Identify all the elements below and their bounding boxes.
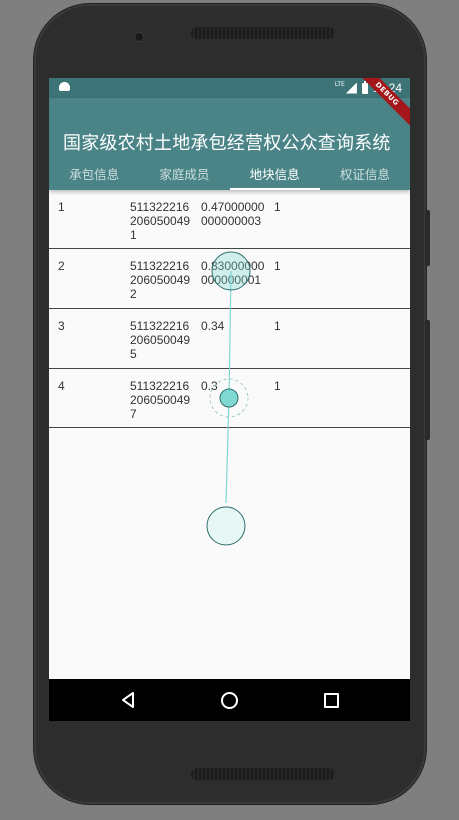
tab-bar: 承包信息 家庭成员 地块信息 权证信息: [49, 160, 410, 190]
parcel-code: 5113222162060500495: [130, 319, 191, 361]
parcel-index: 3: [58, 319, 65, 333]
signal-icon: [345, 82, 357, 94]
parcel-area: 0.83000000000000001: [201, 259, 265, 287]
parcel-count: 1: [274, 319, 281, 333]
page-title: 国家级农村土地承包经营权公众查询系统: [63, 133, 391, 154]
parcel-area: 0.47000000000000003: [201, 200, 265, 228]
parcel-area: 0.34: [201, 319, 225, 333]
land-parcel-table: 1 5113222162060500491 0.4700000000000000…: [49, 190, 410, 428]
home-icon[interactable]: [221, 692, 238, 709]
parcel-index: 4: [58, 379, 65, 393]
volume-button: [425, 210, 430, 266]
battery-icon: [361, 80, 368, 94]
tab-contract-info[interactable]: 承包信息: [49, 160, 139, 190]
top-speaker: [191, 27, 335, 39]
parcel-area: 0.3: [201, 379, 218, 393]
parcel-index: 2: [58, 259, 65, 273]
parcel-count: 1: [274, 379, 281, 393]
back-icon[interactable]: [121, 692, 135, 708]
navigation-bar: [49, 679, 410, 721]
power-button: [425, 320, 430, 440]
table-row[interactable]: 4 5113222162060500497 0.3 1: [49, 369, 410, 428]
front-camera: [135, 33, 143, 41]
table-row[interactable]: 2 5113222162060500492 0.8300000000000000…: [49, 249, 410, 309]
parcel-code: 5113222162060500491: [130, 200, 191, 242]
table-row[interactable]: 1 5113222162060500491 0.4700000000000000…: [49, 190, 410, 249]
status-bar: LTE 11:24: [49, 78, 410, 98]
parcel-count: 1: [274, 259, 281, 273]
android-icon: [59, 82, 70, 91]
parcel-code: 5113222162060500492: [130, 259, 191, 301]
parcel-index: 1: [58, 200, 65, 214]
bottom-speaker: [191, 768, 335, 780]
parcel-code: 5113222162060500497: [130, 379, 191, 421]
app-screen: LTE 11:24 国家级农村土地承包经营权公众查询系统 承包信息 家庭成员 地…: [49, 78, 410, 721]
parcel-count: 1: [274, 200, 281, 214]
app-bar: 国家级农村土地承包经营权公众查询系统 承包信息 家庭成员 地块信息 权证信息: [49, 98, 410, 190]
table-row[interactable]: 3 5113222162060500495 0.34 1: [49, 309, 410, 369]
tab-certificate-info[interactable]: 权证信息: [320, 160, 410, 190]
tab-land-parcel-info[interactable]: 地块信息: [229, 160, 321, 190]
recents-icon[interactable]: [324, 693, 339, 708]
tab-family-members[interactable]: 家庭成员: [139, 160, 229, 190]
network-type: LTE: [334, 81, 345, 88]
